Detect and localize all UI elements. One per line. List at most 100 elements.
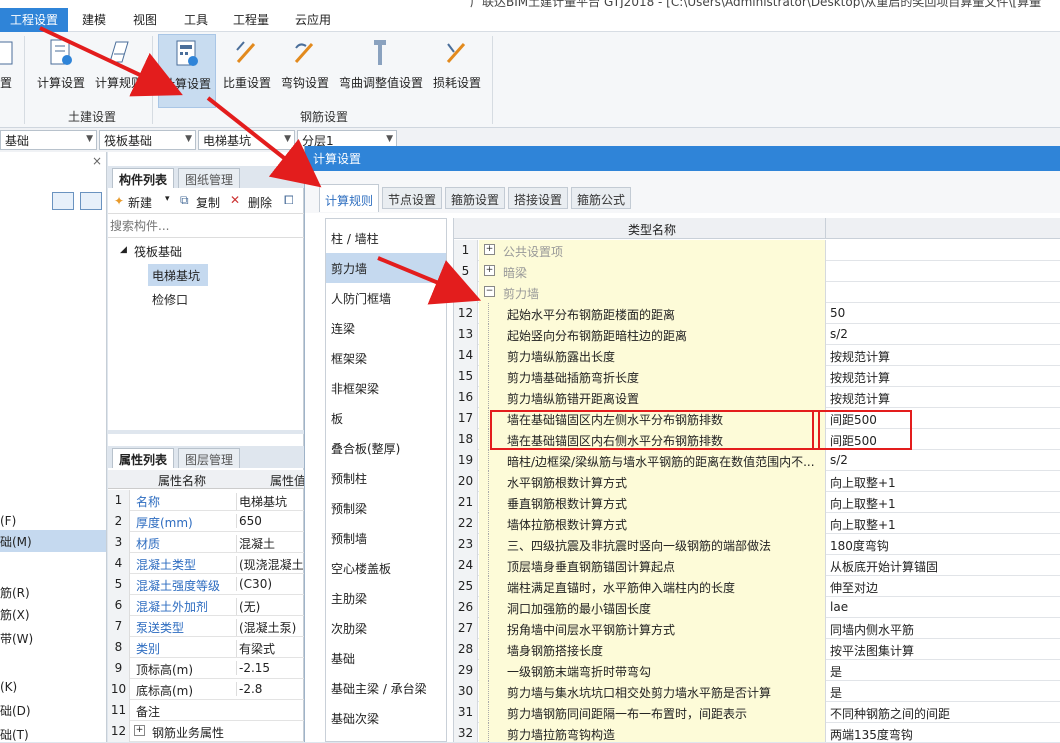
property-value[interactable]: 混凝土: [236, 535, 304, 552]
property-value[interactable]: 650: [236, 514, 304, 528]
property-row[interactable]: 11 备注: [108, 700, 304, 721]
hook-settings-button[interactable]: 弯钩设置: [278, 34, 332, 108]
setting-value[interactable]: 从板底开始计算锚固: [827, 555, 1060, 576]
tab-component-list[interactable]: 构件列表: [112, 168, 175, 188]
property-row[interactable]: 5 混凝土强度等级 (C30): [108, 574, 304, 595]
expand-icon[interactable]: +: [484, 265, 495, 276]
tree-child-item[interactable]: 检修口: [152, 291, 188, 308]
setting-value[interactable]: 不同种钢筋之间的间距: [827, 702, 1060, 723]
property-row[interactable]: 10 底标高(m) -2.8: [108, 679, 304, 700]
tab-stirrup-formula[interactable]: 箍筋公式: [571, 187, 632, 209]
collapse-icon[interactable]: −: [484, 286, 495, 297]
menu-project-settings[interactable]: 工程设置: [0, 8, 69, 32]
delete-button[interactable]: 删除: [248, 194, 272, 211]
tree-parent-item[interactable]: 筏板基础: [134, 243, 182, 260]
setting-value[interactable]: 向上取整+1: [827, 471, 1060, 492]
property-value[interactable]: (现浇混凝土碎: [236, 556, 304, 573]
civil-calc-settings-button[interactable]: 计算设置: [34, 34, 88, 108]
nav-item[interactable]: 筋(X): [0, 606, 30, 623]
setting-value[interactable]: s/2: [827, 450, 1060, 471]
category-item[interactable]: 柱 / 墙柱: [326, 223, 446, 253]
property-value[interactable]: (混凝土泵): [236, 619, 304, 636]
setting-value[interactable]: 按规范计算: [827, 366, 1060, 387]
category-item[interactable]: 预制梁: [326, 493, 446, 523]
setting-value[interactable]: s/2: [827, 324, 1060, 345]
category-item[interactable]: 次肋梁: [326, 613, 446, 643]
category-item[interactable]: 基础次梁: [326, 703, 446, 733]
tab-lap-settings[interactable]: 搭接设置: [508, 187, 569, 209]
menu-cloud[interactable]: 云应用: [295, 11, 331, 28]
grid-row[interactable]: 15 剪力墙基础插筋弯折长度 按规范计算: [454, 366, 1060, 387]
component-select[interactable]: 电梯基坑 ▼: [198, 130, 295, 150]
setting-value[interactable]: 是: [827, 660, 1060, 681]
floor-type-select[interactable]: 基础 ▼: [0, 130, 97, 150]
grid-row[interactable]: 14 剪力墙纵筋露出长度 按规范计算: [454, 345, 1060, 366]
grid-row[interactable]: 28 墙身钢筋搭接长度 按平法图集计算: [454, 639, 1060, 660]
property-row[interactable]: 12 + 钢筋业务属性: [108, 721, 304, 742]
category-item[interactable]: 人防门框墙: [326, 283, 446, 313]
property-row[interactable]: 2 厚度(mm) 650: [108, 511, 304, 532]
grid-row[interactable]: 27 拐角墙中间层水平钢筋计算方式 同墙内侧水平筋: [454, 618, 1060, 639]
tab-property-list[interactable]: 属性列表: [112, 448, 175, 468]
expand-icon[interactable]: +: [134, 725, 145, 736]
property-row[interactable]: 8 类别 有梁式: [108, 637, 304, 658]
category-item[interactable]: 连梁: [326, 313, 446, 343]
grid-group-row[interactable]: − 剪力墙: [454, 282, 1060, 303]
nav-item-selected[interactable]: 础(M): [0, 530, 106, 552]
grid-row[interactable]: 19 暗柱/边框梁/梁纵筋与墙水平钢筋的距离在数值范围内不... s/2: [454, 450, 1060, 471]
setting-value[interactable]: 按规范计算: [827, 387, 1060, 408]
grid-row[interactable]: 22 墙体拉筋根数计算方式 向上取整+1: [454, 513, 1060, 534]
property-value[interactable]: (无): [236, 598, 304, 615]
category-item-selected[interactable]: 剪力墙: [326, 253, 446, 283]
category-item[interactable]: 板: [326, 403, 446, 433]
property-value[interactable]: 有梁式: [236, 640, 304, 657]
nav-item[interactable]: 础(T): [0, 726, 29, 743]
component-search-input[interactable]: [110, 216, 300, 236]
category-item[interactable]: 基础主梁 / 承台梁: [326, 673, 446, 703]
grid-row[interactable]: 32 剪力墙拉筋弯钩构造 两端135度弯钩: [454, 723, 1060, 742]
grid-view-icon[interactable]: [80, 192, 102, 210]
category-item[interactable]: 非框架梁: [326, 373, 446, 403]
setting-value[interactable]: 同墙内侧水平筋: [827, 618, 1060, 639]
property-value[interactable]: -2.15: [236, 661, 304, 675]
category-item[interactable]: 预制柱: [326, 463, 446, 493]
new-button[interactable]: 新建: [128, 194, 152, 211]
property-value[interactable]: -2.8: [236, 682, 304, 696]
collapse-icon[interactable]: ◢: [120, 245, 127, 255]
category-item[interactable]: 预制墙: [326, 523, 446, 553]
menu-modeling[interactable]: 建模: [82, 11, 106, 28]
grid-row[interactable]: 16 剪力墙纵筋错开距离设置 按规范计算: [454, 387, 1060, 408]
property-row[interactable]: 9 顶标高(m) -2.15: [108, 658, 304, 679]
setting-value[interactable]: 180度弯钩: [827, 534, 1060, 555]
setting-value[interactable]: 向上取整+1: [827, 492, 1060, 513]
grid-row[interactable]: 24 顶层墙身垂直钢筋锚固计算起点 从板底开始计算锚固: [454, 555, 1060, 576]
civil-calc-rules-button[interactable]: 计算规则: [92, 34, 146, 108]
menu-tools[interactable]: 工具: [184, 11, 208, 28]
setting-value[interactable]: 50: [827, 303, 1060, 324]
tab-stirrup-settings[interactable]: 箍筋设置: [445, 187, 506, 209]
setting-value[interactable]: 向上取整+1: [827, 513, 1060, 534]
category-item[interactable]: 空心楼盖板: [326, 553, 446, 583]
category-item[interactable]: 叠合板(整厚): [326, 433, 446, 463]
property-value[interactable]: 电梯基坑: [236, 493, 304, 510]
nav-item[interactable]: 带(W): [0, 630, 33, 647]
rebar-calc-settings-button[interactable]: 计算设置: [158, 34, 216, 108]
property-row[interactable]: 7 泵送类型 (混凝土泵): [108, 616, 304, 637]
grid-row[interactable]: 26 洞口加强筋的最小锚固长度 lae: [454, 597, 1060, 618]
nav-item[interactable]: 础(D): [0, 702, 31, 719]
tab-node-settings[interactable]: 节点设置: [382, 187, 443, 209]
tab-drawing-management[interactable]: 图纸管理: [178, 168, 241, 188]
component-type-select[interactable]: 筏板基础 ▼: [99, 130, 196, 150]
nav-item[interactable]: 筋(R): [0, 584, 30, 601]
grid-row[interactable]: 31 剪力墙钢筋同间距隔一布一布置时，间距表示 不同种钢筋之间的间距: [454, 702, 1060, 723]
nav-item[interactable]: (K): [0, 680, 17, 694]
category-item[interactable]: 主肋梁: [326, 583, 446, 613]
property-row[interactable]: 4 混凝土类型 (现浇混凝土碎: [108, 553, 304, 574]
grid-row[interactable]: 23 三、四级抗震及非抗震时竖向一级钢筋的端部做法 180度弯钩: [454, 534, 1060, 555]
menu-view[interactable]: 视图: [133, 11, 157, 28]
nav-item[interactable]: (F): [0, 514, 16, 528]
tab-calc-rules[interactable]: 计算规则: [319, 184, 380, 212]
setting-value[interactable]: 两端135度弯钩: [827, 723, 1060, 742]
property-row[interactable]: 6 混凝土外加剂 (无): [108, 595, 304, 616]
grid-row[interactable]: 21 垂直钢筋根数计算方式 向上取整+1: [454, 492, 1060, 513]
